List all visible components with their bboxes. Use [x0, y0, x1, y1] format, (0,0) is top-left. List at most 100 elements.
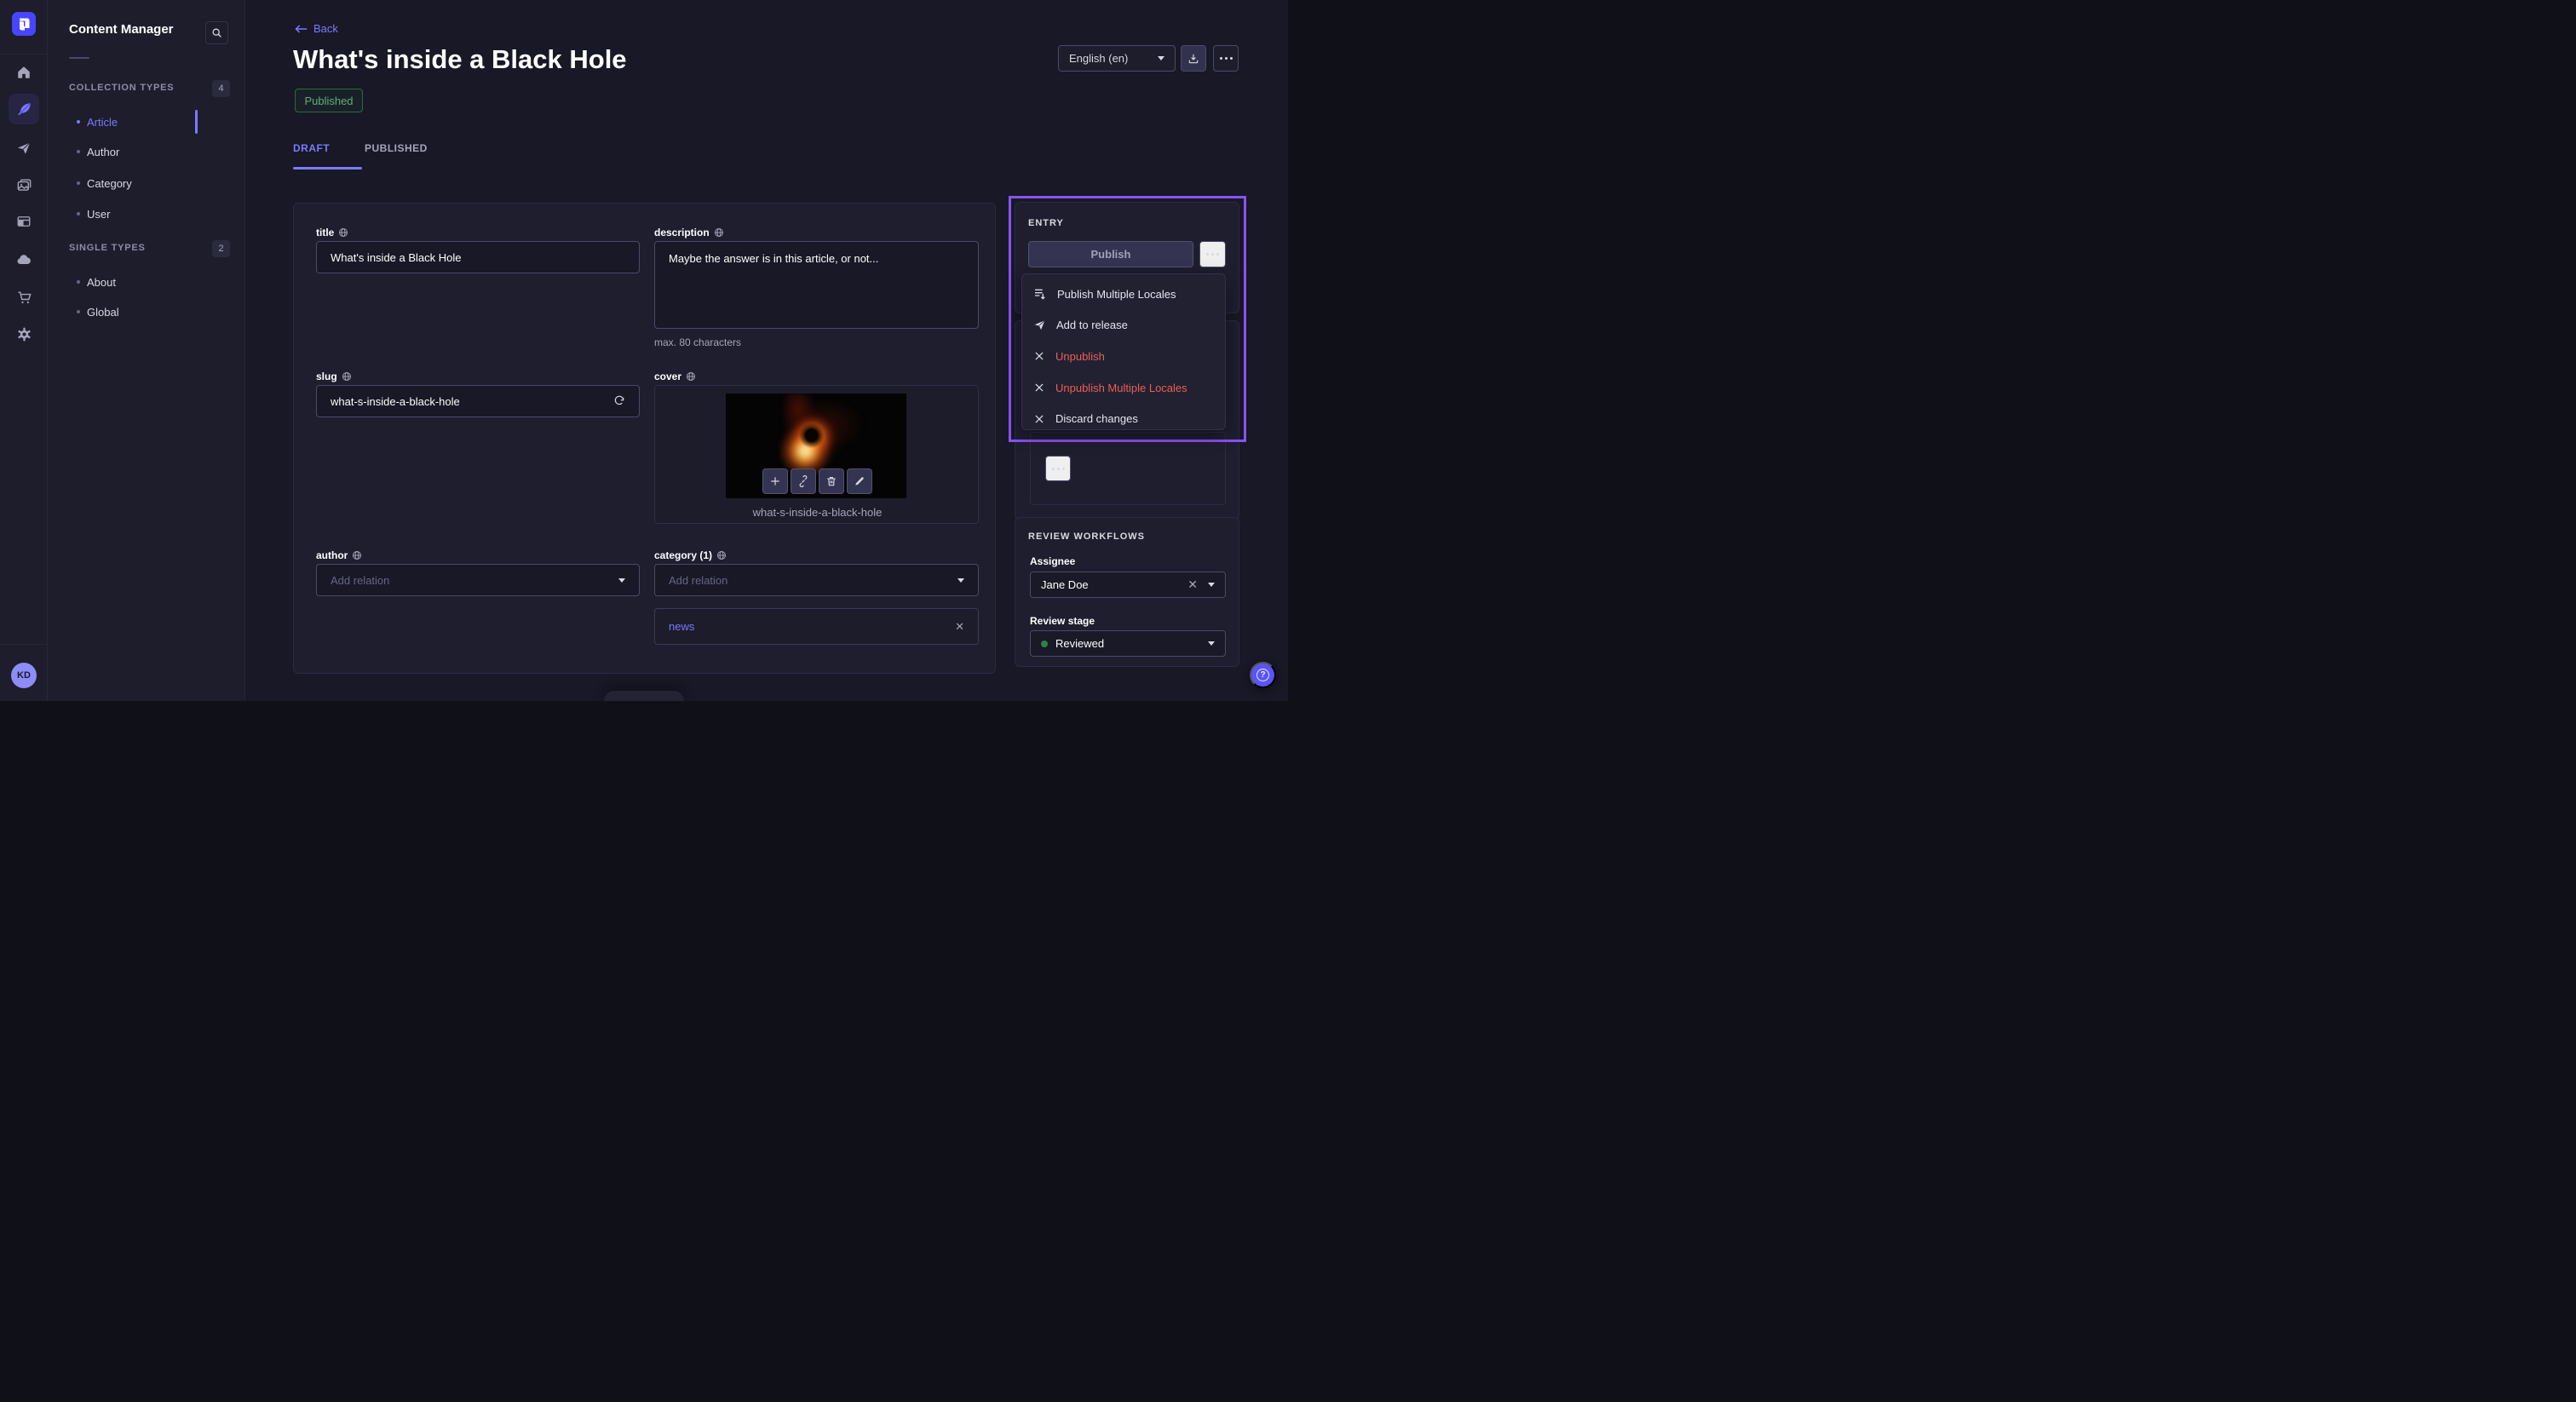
- sidebar-item-user[interactable]: User: [48, 201, 245, 227]
- chevron-down-icon: [1158, 56, 1164, 60]
- title-input[interactable]: [316, 241, 640, 273]
- bullet-icon: [77, 150, 80, 153]
- globe-icon: [714, 227, 724, 238]
- content-manager-icon[interactable]: [9, 94, 39, 124]
- collection-types-count-badge: 4: [212, 80, 230, 97]
- plus-icon: [769, 475, 781, 487]
- active-item-indicator: [195, 110, 198, 134]
- menu-item-publish-multiple-locales[interactable]: Publish Multiple Locales: [1022, 279, 1225, 310]
- back-link[interactable]: Back: [295, 22, 338, 35]
- arrow-left-icon: [295, 24, 308, 34]
- category-relation-select[interactable]: Add relation: [654, 564, 979, 596]
- globe-icon: [342, 371, 352, 382]
- releases-icon[interactable]: [9, 133, 39, 164]
- cover-field: what-s-inside-a-black-hole: [654, 385, 979, 524]
- edit-form-card: title description Maybe the answer is in…: [293, 203, 996, 674]
- schedule-more-button[interactable]: [1045, 456, 1071, 481]
- globe-icon: [338, 227, 348, 238]
- rail-divider: [0, 54, 48, 55]
- tab-draft[interactable]: DRAFT: [293, 142, 330, 154]
- globe-icon: [352, 550, 362, 560]
- list-icon: [1033, 287, 1047, 301]
- link-icon: [797, 475, 809, 487]
- sidebar-item-category[interactable]: Category: [48, 170, 245, 196]
- download-icon: [1187, 53, 1199, 65]
- clear-assignee-icon[interactable]: ✕: [1187, 577, 1198, 592]
- status-badge: Published: [295, 89, 363, 112]
- single-types-count-badge: 2: [212, 240, 230, 257]
- copy-link-button[interactable]: [791, 468, 816, 494]
- cross-icon: [1033, 382, 1045, 394]
- entry-more-button[interactable]: [1199, 241, 1226, 267]
- assignee-combobox[interactable]: Jane Doe ✕: [1030, 572, 1226, 598]
- delete-asset-button[interactable]: [819, 468, 844, 494]
- slug-field-label: slug: [316, 371, 352, 382]
- stage-status-dot: [1041, 641, 1048, 647]
- cover-field-label: cover: [654, 371, 696, 382]
- question-mark-icon: ?: [1256, 669, 1269, 681]
- download-button[interactable]: [1181, 45, 1206, 72]
- strapi-logo-icon[interactable]: [12, 12, 36, 36]
- description-textarea[interactable]: Maybe the answer is in this article, or …: [654, 241, 979, 329]
- assignee-label: Assignee: [1030, 555, 1075, 567]
- ellipsis-icon: [1206, 253, 1219, 256]
- pencil-icon: [854, 475, 865, 487]
- ellipsis-icon: [1220, 57, 1233, 60]
- menu-item-unpublish[interactable]: Unpublish: [1022, 341, 1225, 372]
- schedule-box: [1030, 432, 1226, 505]
- section-single-types: SINGLE TYPES: [69, 243, 146, 253]
- trash-icon: [825, 475, 837, 487]
- rail-divider: [0, 644, 48, 645]
- active-tab-underline: [293, 167, 362, 170]
- bullet-icon: [77, 120, 80, 124]
- review-workflows-panel: REVIEW WORKFLOWS Assignee Jane Doe ✕ Rev…: [1015, 517, 1239, 667]
- strapi-admin: KD Content Manager COLLECTION TYPES 4 Ar…: [0, 0, 1288, 701]
- remove-relation-icon[interactable]: ✕: [955, 620, 964, 634]
- review-stage-label: Review stage: [1030, 615, 1095, 627]
- menu-item-add-to-release[interactable]: Add to release: [1022, 310, 1225, 342]
- relation-link-news[interactable]: news: [669, 620, 694, 633]
- cloud-icon[interactable]: [9, 244, 39, 275]
- publish-button[interactable]: Publish: [1028, 241, 1193, 267]
- regenerate-icon[interactable]: [613, 395, 625, 407]
- help-button[interactable]: ?: [1250, 662, 1276, 688]
- cross-icon: [1033, 413, 1045, 425]
- sidebar-item-article[interactable]: Article: [48, 109, 245, 135]
- page-title: What's inside a Black Hole: [293, 44, 627, 75]
- locale-select[interactable]: English (en): [1058, 45, 1176, 72]
- sidebar-item-author[interactable]: Author: [48, 139, 245, 164]
- media-library-icon[interactable]: [9, 170, 39, 200]
- ellipsis-icon: [1052, 468, 1065, 470]
- chevron-down-icon: [618, 578, 625, 583]
- sidebar-item-global[interactable]: Global: [48, 299, 245, 325]
- home-icon[interactable]: [9, 57, 39, 88]
- sidebar-item-about[interactable]: About: [48, 269, 245, 295]
- search-button[interactable]: [205, 21, 228, 44]
- section-collection-types: COLLECTION TYPES: [69, 83, 174, 93]
- next-card-peek: [604, 691, 684, 701]
- review-workflows-heading: REVIEW WORKFLOWS: [1028, 531, 1145, 542]
- author-relation-select[interactable]: Add relation: [316, 564, 640, 596]
- chevron-down-icon: [1208, 583, 1215, 587]
- globe-icon: [686, 371, 696, 382]
- cover-actions: [762, 468, 872, 494]
- entry-actions-menu: Publish Multiple Locales Add to release …: [1021, 273, 1226, 430]
- tab-published[interactable]: PUBLISHED: [365, 142, 428, 154]
- menu-item-unpublish-multiple-locales[interactable]: Unpublish Multiple Locales: [1022, 372, 1225, 404]
- slug-input[interactable]: what-s-inside-a-black-hole: [316, 385, 640, 417]
- settings-icon[interactable]: [9, 319, 39, 349]
- sidebar: Content Manager COLLECTION TYPES 4 Artic…: [48, 0, 245, 701]
- bullet-icon: [77, 280, 80, 284]
- review-stage-select[interactable]: Reviewed: [1030, 630, 1226, 657]
- marketplace-icon[interactable]: [9, 282, 39, 313]
- edit-asset-button[interactable]: [847, 468, 872, 494]
- menu-item-discard-changes[interactable]: Discard changes: [1022, 403, 1225, 434]
- category-field-label: category (1): [654, 549, 727, 561]
- add-asset-button[interactable]: [762, 468, 788, 494]
- sidebar-title: Content Manager: [69, 22, 174, 37]
- more-actions-button[interactable]: [1213, 45, 1239, 72]
- user-avatar[interactable]: KD: [11, 663, 37, 688]
- content-type-builder-icon[interactable]: [9, 206, 39, 237]
- title-field-label: title: [316, 227, 348, 238]
- cover-filename: what-s-inside-a-black-hole: [655, 506, 980, 519]
